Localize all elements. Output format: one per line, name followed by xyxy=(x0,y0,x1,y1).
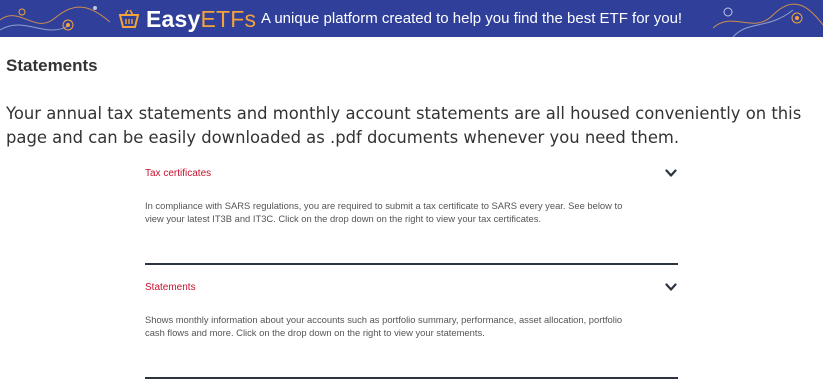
brand-logo[interactable]: EasyETFs xyxy=(118,6,256,32)
section-tax-certificates: Tax certificates In compliance with SARS… xyxy=(145,165,678,225)
section-statements: Statements Shows monthly information abo… xyxy=(145,279,678,339)
basket-icon xyxy=(118,9,140,28)
page-title: Statements xyxy=(6,56,98,75)
brand-name-main: Easy xyxy=(146,5,201,32)
brand-name-accent: ETFs xyxy=(200,5,257,32)
banner-tagline: A unique platform created to help you fi… xyxy=(261,10,683,27)
section-divider xyxy=(145,377,678,379)
section-description: In compliance with SARS regulations, you… xyxy=(145,200,623,224)
page-intro: Your annual tax statements and monthly a… xyxy=(6,104,802,147)
section-label: Statements xyxy=(145,281,196,293)
brand-name: EasyETFs xyxy=(146,6,256,33)
section-header-statements[interactable]: Statements xyxy=(145,279,678,295)
section-header-tax-certificates[interactable]: Tax certificates xyxy=(145,165,678,181)
section-label: Tax certificates xyxy=(145,167,212,179)
decorative-lines-left xyxy=(0,6,110,31)
header-banner: EasyETFs A unique platform created to he… xyxy=(0,0,823,37)
chevron-down-icon[interactable] xyxy=(665,282,677,292)
section-description: Shows monthly information about your acc… xyxy=(145,314,623,338)
decorative-lines-right xyxy=(713,3,823,37)
section-divider xyxy=(145,263,678,265)
chevron-down-icon[interactable] xyxy=(665,168,677,178)
